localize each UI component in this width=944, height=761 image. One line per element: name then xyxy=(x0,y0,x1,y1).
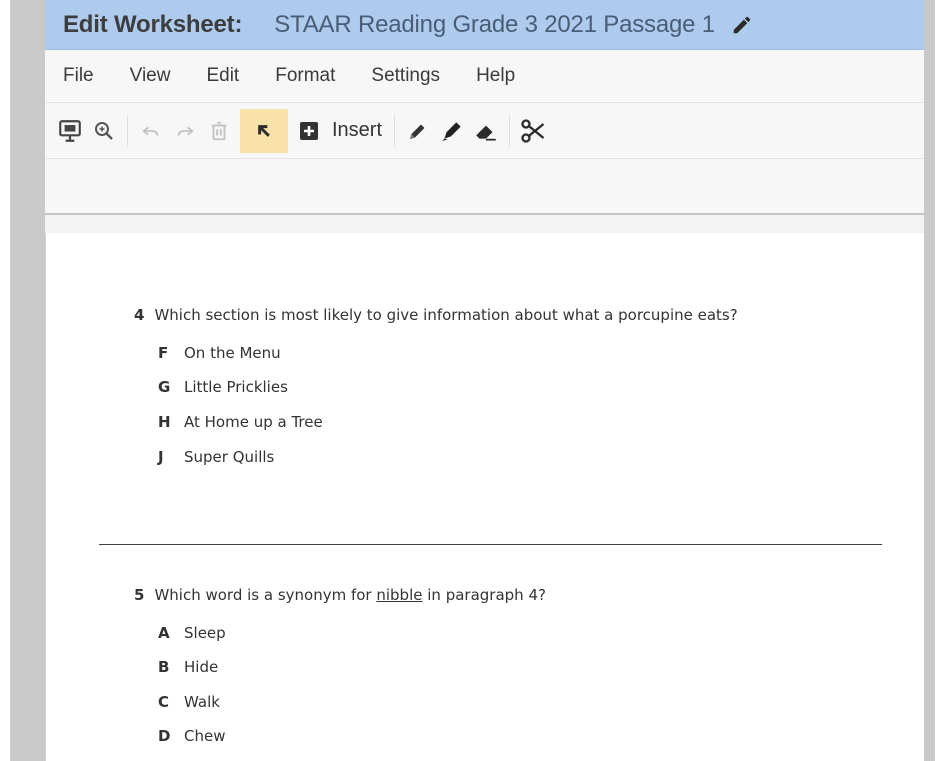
option-letter: H xyxy=(158,413,171,431)
question-4: 4 Which section is most likely to give in… xyxy=(134,306,738,324)
option-letter: B xyxy=(158,658,170,676)
question-number: 5 xyxy=(134,586,145,604)
marker-icon[interactable] xyxy=(435,109,469,153)
question-text-before: Which word is a synonym for xyxy=(154,586,377,604)
menu-bar: File View Edit Format Settings Help xyxy=(45,50,924,103)
toolbar-secondary-band xyxy=(45,159,924,215)
menu-edit[interactable]: Edit xyxy=(206,65,239,87)
option-text: Sleep xyxy=(184,624,226,642)
option-letter: J xyxy=(158,448,164,466)
answer-option[interactable]: F On the Menu xyxy=(158,344,281,362)
add-box-icon[interactable] xyxy=(292,109,326,153)
option-text: Walk xyxy=(184,693,220,711)
question-5: 5 Which word is a synonym for nibble in p… xyxy=(134,586,546,604)
left-edge xyxy=(0,0,10,761)
option-letter: A xyxy=(158,624,170,642)
eraser-icon[interactable] xyxy=(469,109,503,153)
option-letter: G xyxy=(158,378,171,396)
worksheet-editor: Edit Worksheet: STAAR Reading Grade 3 20… xyxy=(45,0,924,761)
worksheet-page[interactable]: 4 Which section is most likely to give in… xyxy=(45,233,924,761)
option-letter: C xyxy=(158,693,170,711)
title-label: Edit Worksheet: xyxy=(63,10,243,38)
menu-format[interactable]: Format xyxy=(275,65,335,87)
answer-option[interactable]: A Sleep xyxy=(158,624,226,642)
answer-option[interactable]: G Little Pricklies xyxy=(158,378,288,396)
question-number: 4 xyxy=(134,306,145,324)
undo-icon[interactable] xyxy=(134,109,168,153)
insert-button[interactable]: Insert xyxy=(332,119,382,142)
option-text: Hide xyxy=(184,658,219,676)
answer-option[interactable]: H At Home up a Tree xyxy=(158,413,323,431)
toolbar-separator xyxy=(394,114,396,147)
pencil-icon[interactable] xyxy=(731,14,753,36)
option-letter: F xyxy=(158,344,169,362)
underlined-word: nibble xyxy=(376,586,423,604)
answer-option[interactable]: B Hide xyxy=(158,658,218,676)
menu-view[interactable]: View xyxy=(130,65,171,87)
option-text: On the Menu xyxy=(184,344,281,362)
option-text: Little Pricklies xyxy=(184,378,288,396)
option-text: Chew xyxy=(184,727,226,745)
answer-option[interactable]: J Super Quills xyxy=(158,448,274,466)
option-letter: D xyxy=(158,727,171,745)
menu-help[interactable]: Help xyxy=(476,65,515,87)
option-text: Super Quills xyxy=(184,448,275,466)
question-text-after: in paragraph 4? xyxy=(422,586,546,604)
question-text: Which section is most likely to give inf… xyxy=(154,306,738,324)
select-arrow-icon[interactable] xyxy=(240,108,288,153)
toolbar-separator xyxy=(127,114,128,147)
zoom-icon[interactable] xyxy=(87,109,121,153)
title-bar: Edit Worksheet: STAAR Reading Grade 3 20… xyxy=(45,0,924,50)
right-edge xyxy=(935,0,944,761)
redo-icon[interactable] xyxy=(168,109,202,153)
answer-option[interactable]: D Chew xyxy=(158,727,225,745)
pen-icon[interactable] xyxy=(401,109,435,153)
menu-file[interactable]: File xyxy=(63,65,94,87)
toolbar: Insert xyxy=(45,103,924,159)
trash-icon[interactable] xyxy=(202,109,236,153)
option-text: At Home up a Tree xyxy=(184,413,323,431)
presentation-icon[interactable] xyxy=(53,109,87,153)
question-divider xyxy=(99,544,882,545)
menu-settings[interactable]: Settings xyxy=(371,65,440,87)
worksheet-name[interactable]: STAAR Reading Grade 3 2021 Passage 1 xyxy=(274,11,715,39)
answer-option[interactable]: C Walk xyxy=(158,693,220,711)
scissors-icon[interactable] xyxy=(516,109,550,153)
toolbar-separator xyxy=(509,114,511,147)
